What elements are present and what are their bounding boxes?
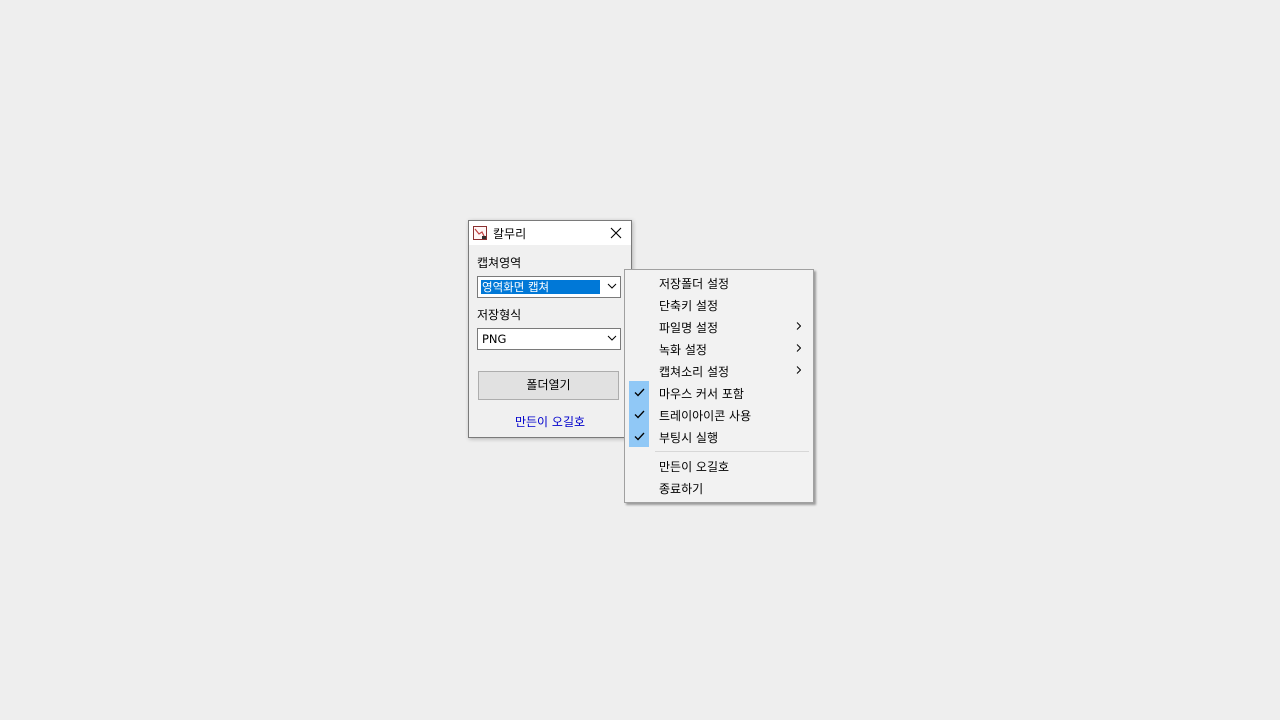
capture-area-select[interactable]: 영역화면 캡쳐 <box>477 276 621 298</box>
menu-item-label: 저장폴더 설정 <box>659 277 730 291</box>
menu-item-capture-sound[interactable]: 캡쳐소리 설정 <box>627 359 811 381</box>
window-title: 칼무리 <box>493 227 527 241</box>
menu-item-maker[interactable]: 만든이 오길호 <box>627 454 811 476</box>
menu-item-label: 만든이 오길호 <box>659 460 730 474</box>
app-icon <box>473 226 487 240</box>
check-mark-box <box>629 403 649 425</box>
save-format-value: PNG <box>482 332 507 346</box>
check-icon <box>634 432 645 441</box>
menu-item-label: 부팅시 실행 <box>659 431 719 445</box>
check-icon <box>634 410 645 419</box>
chevron-right-icon <box>796 322 801 330</box>
capture-area-label: 캡쳐영역 <box>477 256 522 270</box>
menu-item-label: 단축키 설정 <box>659 299 719 313</box>
check-mark-box <box>629 381 649 403</box>
capture-area-value: 영역화면 캡쳐 <box>481 280 600 294</box>
menu-item-recording[interactable]: 녹화 설정 <box>627 337 811 359</box>
chevron-down-icon <box>607 335 617 341</box>
close-button[interactable] <box>601 221 631 245</box>
context-menu: 저장폴더 설정 단축키 설정 파일명 설정 녹화 설정 캡쳐소리 설정 마우스 … <box>624 269 814 503</box>
check-mark-box <box>629 425 649 447</box>
title-bar[interactable]: 칼무리 <box>469 221 631 245</box>
chevron-down-icon <box>607 283 617 289</box>
menu-item-label: 녹화 설정 <box>659 343 707 357</box>
menu-item-label: 파일명 설정 <box>659 321 719 335</box>
chevron-right-icon <box>796 366 801 374</box>
maker-link[interactable]: 만든이 오길호 <box>469 413 631 430</box>
chevron-right-icon <box>796 344 801 352</box>
app-window: 칼무리 캡쳐영역 영역화면 캡쳐 저장형식 PNG 폴더열기 만든이 오길호 <box>468 220 632 438</box>
close-icon <box>610 227 622 239</box>
menu-item-filename[interactable]: 파일명 설정 <box>627 315 811 337</box>
menu-item-hotkey[interactable]: 단축키 설정 <box>627 293 811 315</box>
menu-item-label: 트레이아이콘 사용 <box>659 409 752 423</box>
menu-separator <box>655 451 809 452</box>
menu-item-label: 마우스 커서 포함 <box>659 387 744 401</box>
menu-item-run-on-boot[interactable]: 부팅시 실행 <box>627 425 811 447</box>
menu-item-label: 캡쳐소리 설정 <box>659 365 730 379</box>
menu-item-tray-icon[interactable]: 트레이아이콘 사용 <box>627 403 811 425</box>
menu-item-save-folder[interactable]: 저장폴더 설정 <box>627 271 811 293</box>
check-icon <box>634 388 645 397</box>
save-format-select[interactable]: PNG <box>477 328 621 350</box>
save-format-label: 저장형식 <box>477 308 522 322</box>
menu-item-label: 종료하기 <box>659 482 704 496</box>
open-folder-button[interactable]: 폴더열기 <box>478 371 619 400</box>
menu-item-exit[interactable]: 종료하기 <box>627 476 811 498</box>
menu-item-include-cursor[interactable]: 마우스 커서 포함 <box>627 381 811 403</box>
